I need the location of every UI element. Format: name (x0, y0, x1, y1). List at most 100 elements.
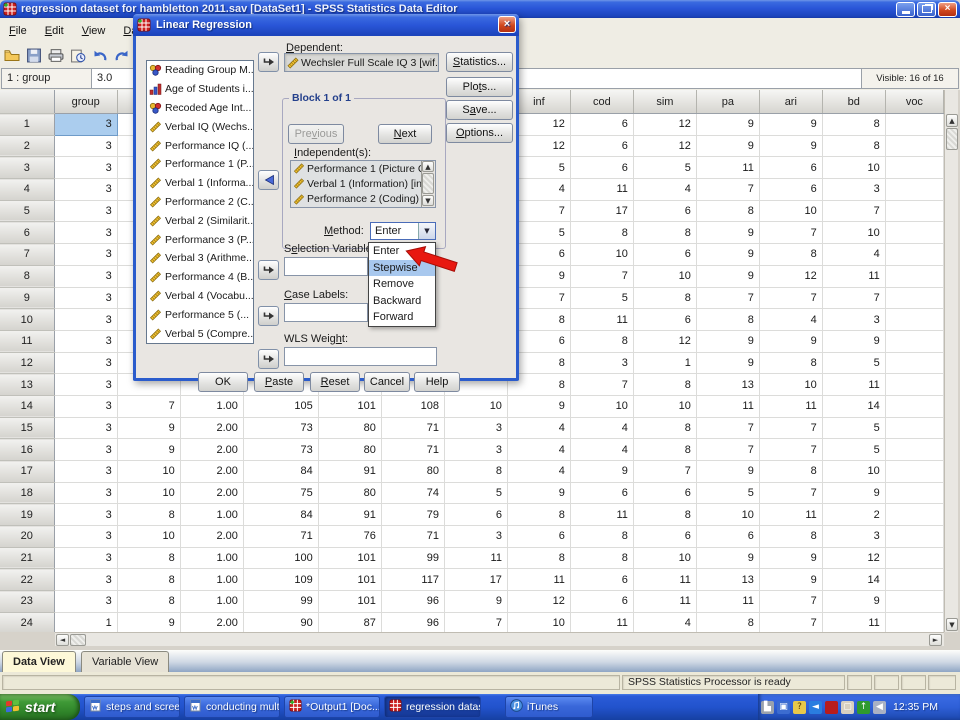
column-header-cod[interactable]: cod (570, 90, 633, 114)
collapse-arrow-icon[interactable]: ◄ (809, 701, 822, 714)
wls-transfer-button[interactable] (258, 349, 279, 369)
data-cell[interactable]: 9 (570, 461, 633, 483)
data-cell[interactable]: 17 (444, 569, 507, 591)
data-cell[interactable]: 9 (759, 330, 822, 352)
toolbar-open-icon[interactable] (1, 46, 22, 65)
row-header[interactable]: 8 (0, 265, 54, 287)
previous-button[interactable]: Previous (288, 124, 344, 144)
data-cell[interactable]: 71 (381, 417, 444, 439)
wls-weight-field[interactable] (284, 347, 437, 366)
data-cell[interactable]: 3 (444, 417, 507, 439)
data-cell[interactable]: 4 (822, 244, 885, 266)
data-cell[interactable]: 12 (759, 265, 822, 287)
minimize-button[interactable] (896, 2, 915, 17)
variable-item[interactable]: Verbal 5 (Compre... (147, 324, 253, 343)
data-cell[interactable]: 6 (570, 591, 633, 613)
toolbar-redo-icon[interactable] (111, 46, 132, 65)
volume-icon[interactable]: ◀ (873, 701, 886, 714)
data-cell[interactable]: 4 (633, 612, 696, 632)
data-cell[interactable]: 8 (759, 244, 822, 266)
taskbar-button-2[interactable]: conducting mult... (184, 696, 280, 718)
data-cell[interactable] (885, 287, 943, 309)
data-cell[interactable]: 9 (759, 547, 822, 569)
data-cell[interactable]: 9 (696, 461, 759, 483)
data-cell[interactable]: 6 (633, 309, 696, 331)
row-header[interactable]: 24 (0, 612, 54, 632)
data-cell[interactable]: 3 (570, 352, 633, 374)
independent-item[interactable]: Performance 2 (Coding) [c... (291, 192, 435, 207)
data-cell[interactable]: 96 (381, 612, 444, 632)
data-cell[interactable]: 6 (570, 157, 633, 179)
data-cell[interactable]: 7 (570, 265, 633, 287)
data-cell[interactable]: 8 (117, 569, 180, 591)
data-cell[interactable]: 91 (318, 504, 381, 526)
data-cell[interactable]: 9 (117, 417, 180, 439)
data-cell[interactable]: 101 (318, 395, 381, 417)
data-cell[interactable]: 74 (381, 482, 444, 504)
data-cell[interactable]: 9 (696, 114, 759, 136)
data-cell[interactable]: 11 (570, 504, 633, 526)
data-cell[interactable]: 9 (759, 114, 822, 136)
data-cell[interactable]: 6 (507, 526, 570, 548)
data-cell[interactable]: 12 (507, 591, 570, 613)
data-cell[interactable] (885, 569, 943, 591)
data-cell[interactable]: 8 (570, 526, 633, 548)
data-cell[interactable]: 7 (759, 482, 822, 504)
data-cell[interactable]: 10 (633, 395, 696, 417)
data-cell[interactable]: 5 (822, 417, 885, 439)
taskbar-button-1[interactable]: steps and scree... (84, 696, 180, 718)
button-help[interactable]: Help (414, 372, 460, 392)
dependent-transfer-button[interactable] (258, 52, 279, 72)
data-cell[interactable]: 6 (570, 569, 633, 591)
data-cell[interactable]: 11 (570, 612, 633, 632)
data-cell[interactable]: 9 (759, 569, 822, 591)
data-cell[interactable]: 80 (318, 439, 381, 461)
data-cell[interactable]: 84 (243, 461, 318, 483)
data-cell[interactable] (885, 374, 943, 396)
data-cell[interactable]: 5 (633, 157, 696, 179)
data-cell[interactable] (885, 200, 943, 222)
row-header[interactable]: 3 (0, 157, 54, 179)
data-cell[interactable]: 8 (759, 526, 822, 548)
data-cell[interactable]: 5 (822, 439, 885, 461)
vertical-scroll-thumb[interactable] (946, 128, 958, 150)
data-cell[interactable]: 7 (759, 612, 822, 632)
data-cell[interactable]: 73 (243, 417, 318, 439)
variable-item[interactable]: Age of Students i... (147, 80, 253, 99)
data-cell[interactable]: 8 (759, 352, 822, 374)
method-dropdown[interactable]: Enter ▼ (370, 222, 436, 240)
data-cell[interactable]: 6 (570, 482, 633, 504)
data-cell[interactable]: 9 (696, 330, 759, 352)
data-cell[interactable]: 71 (243, 526, 318, 548)
independent-item[interactable]: Verbal 1 (Information) [inf] (291, 176, 435, 191)
data-cell[interactable]: 9 (822, 482, 885, 504)
data-cell[interactable]: 10 (759, 200, 822, 222)
variable-item[interactable]: Performance 3 (P... (147, 230, 253, 249)
data-cell[interactable]: 5 (570, 287, 633, 309)
data-cell[interactable]: 3 (54, 265, 117, 287)
data-cell[interactable]: 9 (696, 352, 759, 374)
method-option-remove[interactable]: Remove (369, 276, 435, 293)
data-cell[interactable]: 7 (633, 461, 696, 483)
data-cell[interactable]: 3 (54, 395, 117, 417)
data-cell[interactable]: 3 (54, 482, 117, 504)
data-cell[interactable]: 1 (633, 352, 696, 374)
selection-transfer-button[interactable] (258, 260, 279, 280)
variable-item[interactable]: Reading Group M... (147, 61, 253, 80)
data-cell[interactable]: 11 (696, 157, 759, 179)
variable-list[interactable]: Reading Group M...Age of Students i...Re… (146, 60, 254, 344)
data-cell[interactable]: 101 (318, 547, 381, 569)
data-cell[interactable]: 13 (696, 374, 759, 396)
data-cell[interactable]: 10 (696, 504, 759, 526)
data-cell[interactable]: 90 (243, 612, 318, 632)
data-cell[interactable]: 10 (444, 395, 507, 417)
data-cell[interactable]: 7 (759, 591, 822, 613)
help-icon[interactable]: ? (793, 701, 806, 714)
data-cell[interactable]: 10 (633, 547, 696, 569)
row-header[interactable]: 23 (0, 591, 54, 613)
data-cell[interactable]: 3 (54, 547, 117, 569)
toolbar-print-icon[interactable] (45, 46, 66, 65)
variable-item[interactable]: Verbal IQ (Wechs... (147, 117, 253, 136)
data-cell[interactable]: 6 (633, 200, 696, 222)
data-cell[interactable]: 11 (822, 612, 885, 632)
